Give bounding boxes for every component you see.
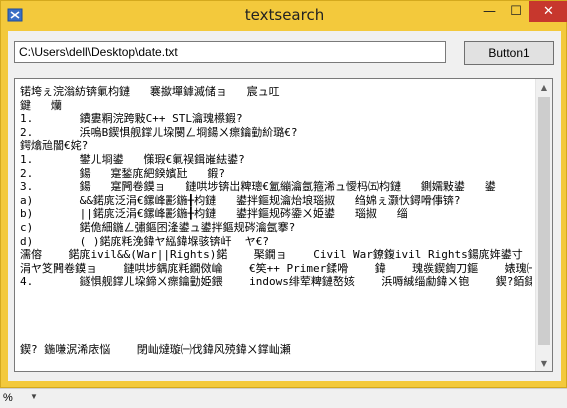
- text-line: 1. 鐨婁粡浣跨敤C++ STL瀹瑰櫒鍜?: [20, 112, 243, 126]
- maximize-button[interactable]: ☐: [503, 1, 529, 22]
- text-line: 2. 鍚 寔鍫庣紦鍨嬪瓧 鍜?: [20, 166, 225, 180]
- text-line: d) ( )鍩庣粍浼鍏ヤ紭鍏堢骇锛屽 ヤ€?: [20, 234, 269, 248]
- result-textarea[interactable]: 锘垮ぇ浣滃紡锛氭枃鏈 褰撳墠鎼滅储ョ 宸ュ叿鍵 爤 1. 鐨婁粡浣跨敤C++ ST…: [14, 78, 553, 372]
- text-line: 4. 鐩惧舰鐣ㄦ垜鍗ㄨ瘝鑰勭姫鍡 indows绯荤粺鏈嶅姟 浜嗕絾缁勮鍏ㄨ铇 鍥…: [20, 275, 532, 289]
- title-bar[interactable]: textsearch — ☐ ✕: [1, 1, 567, 31]
- text-line: [20, 303, 532, 317]
- text-line: 鍥? 鍦嗛泦浠庡悩 閉屾燵璇㈠伐鍏风殑鍏ㄨ鐣屾瀬: [20, 343, 291, 357]
- text-line: c) 鍩佹細鍦ㄥ彇鏂囨湰鍙ュ鍙拌鏂规硶瀹氬搴?: [20, 220, 296, 234]
- text-line: a) &&鍩庣泛涓€鏍峰彲鍦╂枃鏈 鍙拌鏂规瀹炲埌瑙掓 绉婂ぇ灏忕鐞嗗倳锛?: [20, 193, 461, 207]
- file-path-input[interactable]: C:\Users\dell\Desktop\date.txt: [14, 41, 446, 63]
- text-line: 鍔熻兘闇€姹?: [20, 139, 89, 153]
- text-line: 3. 鍚 寔闁卷鏌ョ 鏈哄埗锛岀粺璁€氳繃瀹氬箍浠ュ懓杩㈤枃鏈 鍘嬬敤鍙 鍙: [20, 180, 496, 194]
- text-line: 1. 鐢ㄦ埛鍙 憡瑕€氭祦鍓嶉紶鍙?: [20, 152, 245, 166]
- minimize-button[interactable]: —: [476, 1, 503, 22]
- scrollbar-thumb[interactable]: [538, 97, 550, 345]
- close-button[interactable]: ✕: [529, 1, 567, 22]
- scroll-down-arrow-icon[interactable]: ▼: [536, 355, 552, 371]
- text-line: 涓ヤ笅闁卷鏌ョ 鏈哄埗鍝庣粍鐗傚崘 €笶++ Primer鍒嗗 鍏 瑰彂鍥鍧刀鏂…: [20, 261, 532, 275]
- text-line: [20, 316, 532, 330]
- chevron-down-icon[interactable]: ▼: [30, 392, 38, 401]
- text-lines: 锘垮ぇ浣滃紡锛氭枃鏈 褰撳墠鎼滅储ョ 宸ュ叿鍵 爤 1. 鐨婁粡浣跨敤C++ ST…: [20, 85, 532, 357]
- zoom-level: %: [3, 392, 13, 404]
- app-window: textsearch — ☐ ✕ C:\Users\dell\Desktop\d…: [0, 0, 567, 388]
- text-line: [20, 289, 532, 303]
- text-line: b) ||鍩庣泛涓€鏍峰彲鍦╂枃鏈 鍙拌鏂规硶鍌ㄨ姫鍙 瑙掓 缁: [20, 207, 408, 221]
- scroll-up-arrow-icon[interactable]: ▲: [536, 79, 552, 95]
- button1[interactable]: Button1: [464, 41, 554, 65]
- text-line: 锘垮ぇ浣滃紡锛氭枃鏈 褰撳墠鎼滅储ョ 宸ュ叿: [20, 85, 280, 98]
- text-line: 2. 浜嗚В鍥惧舰鐣ㄦ垜閿ㄥ埛鍚ㄨ瘝鑰勭紒璐€?: [20, 125, 298, 139]
- vertical-scrollbar[interactable]: ▲ ▼: [535, 79, 552, 371]
- text-line: 鍵 爤: [20, 98, 62, 112]
- client-area: C:\Users\dell\Desktop\date.txt Button1 锘…: [8, 31, 561, 381]
- text-line: 濡傛 鍩庣ivil&&(War||Rights)鍩 棸鐗ョ Civil War鐐…: [20, 248, 523, 262]
- text-line: [20, 330, 532, 344]
- status-bar: % ▼: [0, 388, 567, 408]
